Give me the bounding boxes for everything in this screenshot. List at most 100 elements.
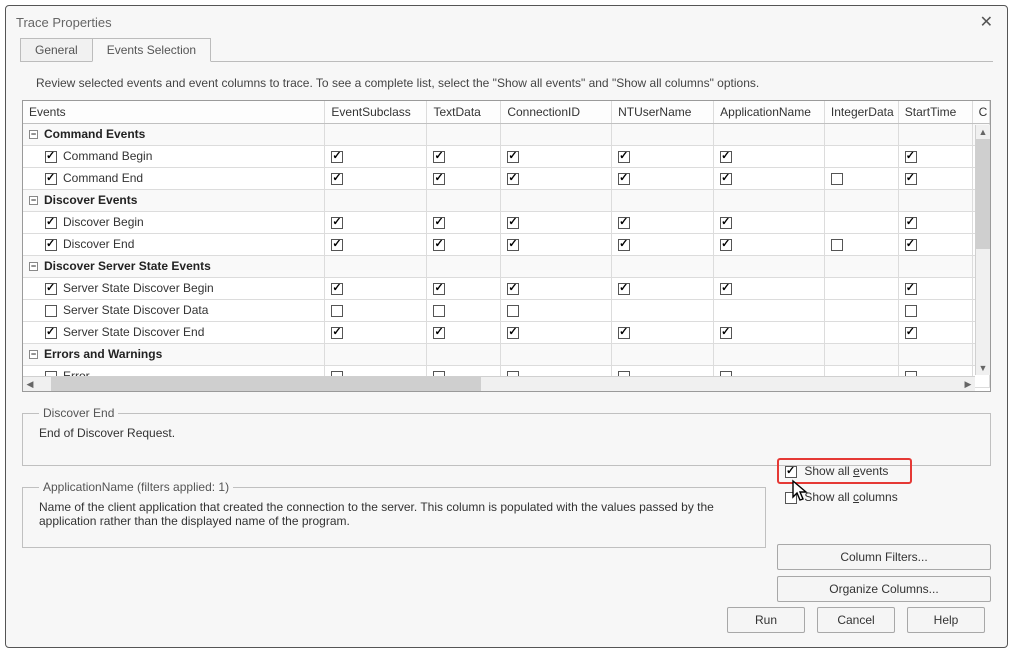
col-starttime[interactable]: StartTime <box>898 101 972 123</box>
cell-checkbox[interactable] <box>720 283 732 295</box>
cell-checkbox[interactable] <box>618 173 630 185</box>
col-applicationname[interactable]: ApplicationName <box>714 101 825 123</box>
cell-checkbox[interactable] <box>720 173 732 185</box>
cell-checkbox[interactable] <box>507 151 519 163</box>
cell-checkbox[interactable] <box>720 151 732 163</box>
cell-checkbox[interactable] <box>905 327 917 339</box>
cell-checkbox[interactable] <box>331 217 343 229</box>
scroll-left-icon[interactable]: ◀ <box>23 377 37 391</box>
cell-checkbox[interactable] <box>618 239 630 251</box>
cell-checkbox[interactable] <box>831 239 843 251</box>
cell-checkbox[interactable] <box>618 217 630 229</box>
cell-checkbox[interactable] <box>331 283 343 295</box>
col-textdata[interactable]: TextData <box>427 101 501 123</box>
event-row[interactable]: Discover End <box>23 233 990 255</box>
header-row: Events EventSubclass TextData Connection… <box>23 101 990 123</box>
column-buttons: Column Filters... Organize Columns... <box>777 538 991 602</box>
collapse-icon[interactable]: − <box>29 130 38 139</box>
checkbox-icon <box>785 466 797 478</box>
trace-properties-dialog: Trace Properties ✕ General Events Select… <box>5 5 1008 648</box>
events-table: Events EventSubclass TextData Connection… <box>23 101 990 388</box>
cell-checkbox[interactable] <box>507 305 519 317</box>
cell-checkbox[interactable] <box>720 239 732 251</box>
event-row[interactable]: Command End <box>23 167 990 189</box>
cell-checkbox[interactable] <box>905 283 917 295</box>
cell-checkbox[interactable] <box>831 173 843 185</box>
cell-checkbox[interactable] <box>507 327 519 339</box>
category-row: −Discover Server State Events <box>23 255 990 277</box>
row-checkbox[interactable] <box>45 239 57 251</box>
category-label: Errors and Warnings <box>44 347 162 361</box>
vertical-scrollbar[interactable]: ▲ ▼ <box>975 125 990 375</box>
cell-checkbox[interactable] <box>905 173 917 185</box>
scroll-down-icon[interactable]: ▼ <box>976 361 990 375</box>
close-icon[interactable]: ✕ <box>976 12 997 32</box>
event-label: Server State Discover Begin <box>63 281 214 295</box>
category-row: −Errors and Warnings <box>23 343 990 365</box>
cell-checkbox[interactable] <box>618 151 630 163</box>
cell-checkbox[interactable] <box>433 151 445 163</box>
help-button[interactable]: Help <box>907 607 985 633</box>
category-row: −Command Events <box>23 123 990 145</box>
cell-checkbox[interactable] <box>507 173 519 185</box>
cell-checkbox[interactable] <box>331 151 343 163</box>
event-row[interactable]: Server State Discover Begin <box>23 277 990 299</box>
cell-checkbox[interactable] <box>507 217 519 229</box>
event-row[interactable]: Discover Begin <box>23 211 990 233</box>
col-more[interactable]: C <box>972 101 989 123</box>
col-ntusername[interactable]: NTUserName <box>612 101 714 123</box>
row-checkbox[interactable] <box>45 151 57 163</box>
show-all-columns-checkbox[interactable]: Show all columns <box>785 490 991 504</box>
column-filters-button[interactable]: Column Filters... <box>777 544 991 570</box>
cell-checkbox[interactable] <box>331 239 343 251</box>
row-checkbox[interactable] <box>45 217 57 229</box>
collapse-icon[interactable]: − <box>29 350 38 359</box>
cell-checkbox[interactable] <box>507 239 519 251</box>
event-details-text: End of Discover Request. <box>39 426 980 440</box>
cell-checkbox[interactable] <box>507 283 519 295</box>
organize-columns-button[interactable]: Organize Columns... <box>777 576 991 602</box>
cell-checkbox[interactable] <box>433 305 445 317</box>
event-label: Server State Discover End <box>63 325 204 339</box>
cell-checkbox[interactable] <box>905 217 917 229</box>
cancel-button[interactable]: Cancel <box>817 607 895 633</box>
row-checkbox[interactable] <box>45 327 57 339</box>
event-row[interactable]: Server State Discover Data <box>23 299 990 321</box>
run-button[interactable]: Run <box>727 607 805 633</box>
col-events[interactable]: Events <box>23 101 325 123</box>
cell-checkbox[interactable] <box>331 173 343 185</box>
cell-checkbox[interactable] <box>433 239 445 251</box>
cell-checkbox[interactable] <box>433 173 445 185</box>
cell-checkbox[interactable] <box>433 217 445 229</box>
cell-checkbox[interactable] <box>433 327 445 339</box>
tab-general[interactable]: General <box>20 38 93 62</box>
event-row[interactable]: Server State Discover End <box>23 321 990 343</box>
scroll-thumb[interactable] <box>976 139 990 249</box>
row-checkbox[interactable] <box>45 305 57 317</box>
cell-checkbox[interactable] <box>618 327 630 339</box>
tab-events-selection[interactable]: Events Selection <box>92 38 211 62</box>
cell-checkbox[interactable] <box>905 305 917 317</box>
row-checkbox[interactable] <box>45 283 57 295</box>
cell-checkbox[interactable] <box>331 327 343 339</box>
collapse-icon[interactable]: − <box>29 262 38 271</box>
col-integerdata[interactable]: IntegerData <box>824 101 898 123</box>
show-all-events-checkbox[interactable]: Show all events <box>777 458 912 484</box>
scroll-thumb-h[interactable] <box>51 377 481 391</box>
cell-checkbox[interactable] <box>905 239 917 251</box>
cell-checkbox[interactable] <box>720 217 732 229</box>
cell-checkbox[interactable] <box>433 283 445 295</box>
cell-checkbox[interactable] <box>618 283 630 295</box>
col-connectionid[interactable]: ConnectionID <box>501 101 612 123</box>
show-all-columns-label: Show all columns <box>804 490 897 504</box>
scroll-right-icon[interactable]: ▶ <box>961 377 975 391</box>
scroll-up-icon[interactable]: ▲ <box>976 125 990 139</box>
horizontal-scrollbar[interactable]: ◀ ▶ <box>23 376 975 391</box>
collapse-icon[interactable]: − <box>29 196 38 205</box>
row-checkbox[interactable] <box>45 173 57 185</box>
cell-checkbox[interactable] <box>331 305 343 317</box>
cell-checkbox[interactable] <box>720 327 732 339</box>
cell-checkbox[interactable] <box>905 151 917 163</box>
col-eventsubclass[interactable]: EventSubclass <box>325 101 427 123</box>
event-row[interactable]: Command Begin <box>23 145 990 167</box>
